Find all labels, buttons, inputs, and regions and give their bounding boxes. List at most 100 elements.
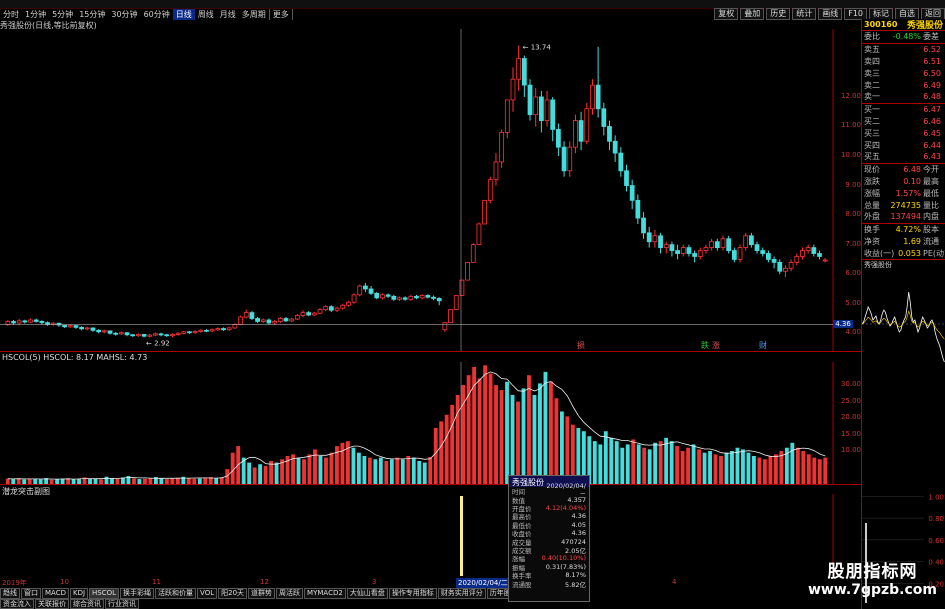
- quote-extra: 量比: [923, 200, 939, 210]
- quote-value: 6.46: [923, 116, 941, 126]
- candle: [595, 46, 601, 118]
- indicator-tab-6[interactable]: 活跃和价量: [155, 588, 197, 599]
- quote-label: 涨幅: [864, 188, 880, 198]
- period-tab-1[interactable]: 1分钟: [22, 9, 49, 20]
- bottom-tab-3[interactable]: 行业资讯: [105, 599, 139, 609]
- tooltip-value: 4.05: [571, 520, 586, 529]
- volume-bar: [516, 401, 520, 484]
- watermark: 股朋指标网 www.7gpzb.com: [807, 562, 937, 598]
- indicator-tab-5[interactable]: 换手彩绳: [120, 588, 155, 599]
- candle: [221, 327, 226, 331]
- candle: [402, 296, 408, 301]
- quote-label: 卖五: [864, 45, 880, 55]
- candle: [192, 330, 198, 334]
- candle: [709, 238, 715, 251]
- indicator-tab-8[interactable]: 阳20天: [218, 588, 248, 599]
- candle: [272, 319, 277, 325]
- quote-row: 涨幅 1.57% 最低: [862, 187, 945, 199]
- candle: [147, 333, 153, 338]
- volume-axis-tick: 20.00: [840, 413, 861, 422]
- indicator-tab-2[interactable]: MACD: [42, 588, 69, 599]
- indicator-tab-9[interactable]: 道群势: [248, 588, 276, 599]
- candle: [28, 318, 33, 323]
- toolbar-button-0[interactable]: 复权: [714, 8, 739, 20]
- indicator-tab-11[interactable]: MYMACD2: [304, 588, 346, 599]
- period-tab-7[interactable]: 周线: [195, 9, 217, 20]
- volume-bar: [422, 462, 427, 484]
- indicator-tab-7[interactable]: VOL: [197, 588, 218, 599]
- candle: [573, 114, 578, 154]
- volume-bar: [702, 452, 707, 484]
- candle: [5, 319, 11, 326]
- volume-bar: [494, 385, 498, 484]
- candle: [641, 212, 646, 239]
- volume-bar: [735, 447, 740, 484]
- date-label-3: 12: [260, 578, 269, 586]
- candle: [658, 232, 663, 254]
- toolbar-button-4[interactable]: 画线: [818, 8, 843, 20]
- volume-bar: [680, 451, 685, 484]
- volume-bar: [444, 414, 449, 484]
- period-more-button[interactable]: 更多: [268, 9, 293, 20]
- quote-row: 收益(一) 0.053 PE(动): [862, 247, 945, 259]
- indicator-tab-4[interactable]: HSCOL: [89, 588, 120, 599]
- quote-value: 6.44: [923, 140, 941, 150]
- tooltip-value: 4.12(4.04%): [545, 503, 586, 512]
- indicator-tab-10[interactable]: 周活跃: [276, 588, 304, 599]
- candle: [73, 325, 79, 329]
- indicator-tab-1[interactable]: 窗口: [21, 588, 41, 599]
- bottom-tab-0[interactable]: 资金流入: [0, 599, 34, 609]
- mini-intraday-chart[interactable]: [862, 262, 945, 374]
- indicator-tab-3[interactable]: KDJ: [69, 588, 89, 599]
- sub-chart[interactable]: [0, 494, 861, 578]
- candle: [675, 244, 680, 260]
- bottom-tab-1[interactable]: 关联报价: [35, 599, 69, 609]
- period-tab-3[interactable]: 15分钟: [76, 9, 108, 20]
- indicator-tab-14[interactable]: 财务实用评分: [437, 588, 486, 599]
- indicator-tab-0[interactable]: 趋线: [0, 588, 20, 599]
- indicator-tab-12[interactable]: 大仙山看盘: [346, 588, 388, 599]
- toolbar-button-2[interactable]: 历史: [766, 8, 791, 20]
- quote-value: 6.51: [923, 56, 941, 66]
- volume-bar: [565, 416, 570, 484]
- period-tab-5[interactable]: 60分钟: [141, 9, 173, 20]
- quote-value: 1.69: [903, 236, 921, 246]
- indicator-tab-13[interactable]: 操作专用指标: [388, 588, 437, 599]
- candle: [442, 322, 448, 332]
- candle: [249, 311, 255, 320]
- period-tab-4[interactable]: 30分钟: [108, 9, 140, 20]
- bottom-tab-2[interactable]: 综合资讯: [70, 599, 104, 609]
- candle: [669, 241, 675, 257]
- candle: [771, 256, 777, 269]
- period-tab-8[interactable]: 月线: [217, 9, 239, 20]
- candle: [101, 329, 107, 334]
- candle: [476, 222, 482, 246]
- candle: [612, 135, 618, 162]
- quote-label: 卖三: [864, 68, 880, 78]
- toolbar-button-3[interactable]: 统计: [792, 8, 817, 20]
- tooltip-value: 5.82亿: [565, 580, 586, 589]
- candle: [346, 300, 351, 307]
- volume-bar: [752, 455, 756, 484]
- candle: [181, 330, 187, 335]
- candle: [368, 286, 374, 295]
- quote-label: 现价: [864, 165, 880, 175]
- candle: [556, 123, 561, 157]
- candle: [561, 141, 567, 177]
- volume-bar: [499, 390, 504, 484]
- mini-price-line: [862, 291, 945, 363]
- candle: [45, 321, 50, 326]
- period-tab-9[interactable]: 多周期: [239, 9, 269, 20]
- quote-value: 6.50: [923, 68, 941, 78]
- period-tab-2[interactable]: 5分钟: [49, 9, 76, 20]
- toolbar-button-1[interactable]: 叠加: [740, 8, 765, 20]
- volume-bar: [658, 441, 663, 484]
- candle: [164, 333, 170, 337]
- period-tab-0[interactable]: 分时: [0, 9, 22, 20]
- quote-row: 卖三 6.50: [862, 67, 945, 79]
- price-chart[interactable]: ← 13.74 ← 2.92 损 跌涨 财: [0, 29, 861, 351]
- date-label-5: 2020/02/04/二: [456, 578, 510, 588]
- candle: [629, 179, 635, 210]
- volume-chart[interactable]: [0, 362, 861, 484]
- period-tab-6[interactable]: 日线: [172, 9, 195, 20]
